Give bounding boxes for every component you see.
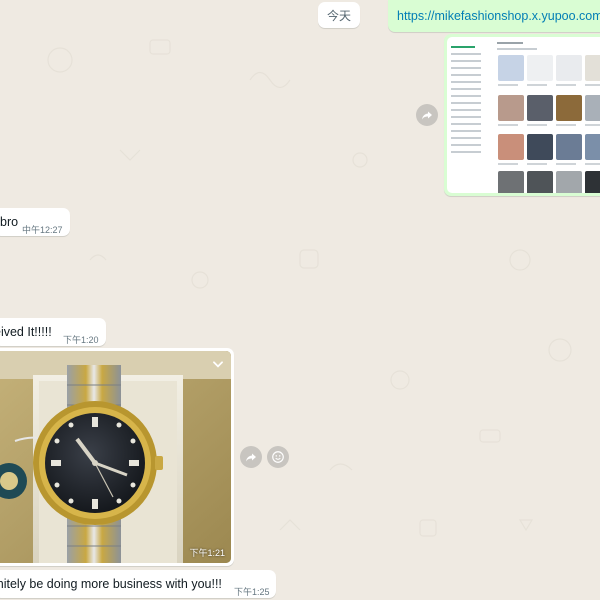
outgoing-image-message[interactable] [444, 34, 600, 196]
shop-screenshot-image[interactable] [447, 37, 600, 193]
message-text: bro [0, 215, 19, 229]
smiley-icon [272, 451, 284, 463]
forward-arrow-icon [422, 111, 432, 120]
watch-photo[interactable]: 下午1:21 [0, 351, 231, 563]
incoming-message[interactable]: bro 中午12:27 [0, 208, 70, 236]
message-timestamp: 下午1:25 [234, 587, 270, 597]
outgoing-link-message[interactable]: https://mikefashionshop.x.yupoo.com [388, 0, 600, 32]
shop-link[interactable]: https://mikefashionshop.x.yupoo.com [397, 9, 600, 23]
forward-arrow-icon [246, 453, 256, 462]
message-timestamp: 下午1:21 [189, 548, 225, 558]
message-text: initely be doing more business with you!… [0, 577, 222, 591]
incoming-message[interactable]: initely be doing more business with you!… [0, 570, 276, 598]
message-text: eived It!!!!! [0, 325, 52, 339]
chevron-down-icon[interactable] [211, 357, 225, 371]
shop-sidebar-thumbnail [451, 41, 493, 153]
forward-button[interactable] [240, 446, 262, 468]
watch-photo-drawing [0, 351, 231, 563]
message-timestamp: 中午12:27 [22, 225, 63, 235]
message-timestamp: 下午1:20 [63, 335, 99, 345]
date-chip: 今天 [318, 2, 360, 28]
react-button[interactable] [267, 446, 289, 468]
incoming-message[interactable]: eived It!!!!! 下午1:20 [0, 318, 106, 346]
forward-button[interactable] [416, 104, 438, 126]
incoming-image-message[interactable]: 下午1:21 [0, 348, 234, 566]
